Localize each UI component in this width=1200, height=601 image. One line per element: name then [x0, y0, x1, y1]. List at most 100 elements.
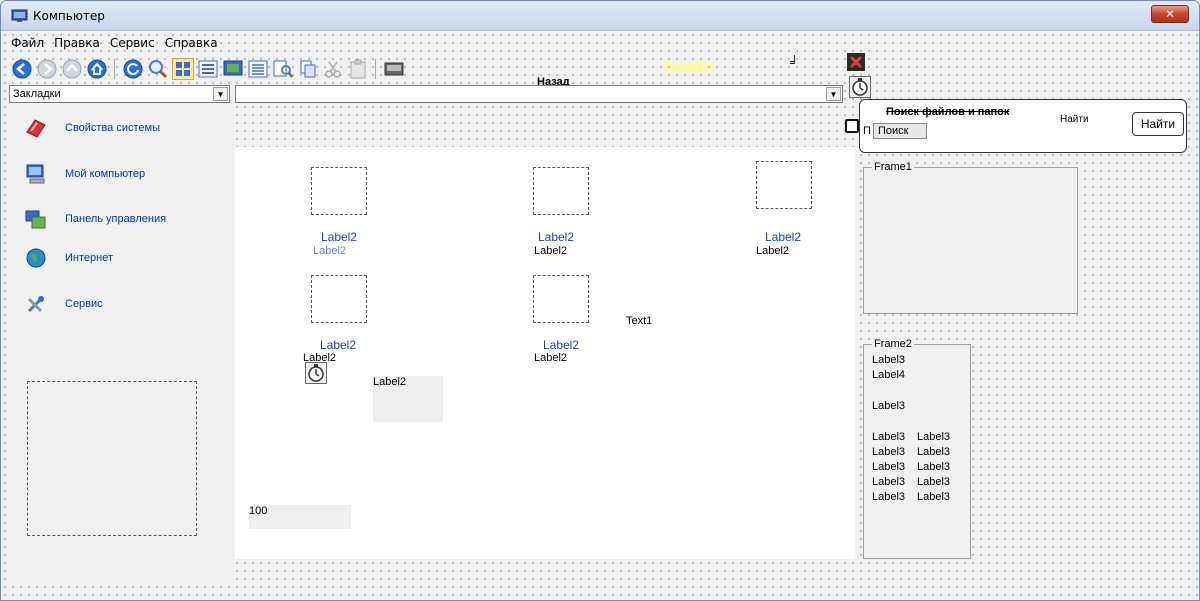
paste-icon[interactable] [347, 58, 369, 80]
frame2-grid-label: Label3 [917, 491, 951, 503]
find-button-label: Найти [1140, 117, 1176, 131]
value-box: 100 [249, 505, 351, 529]
resize-grip-icon: ╛ [790, 55, 799, 69]
internet-icon [25, 247, 47, 269]
sidebar-item-label: Мой компьютер [65, 168, 146, 180]
timer-icon [305, 362, 327, 384]
frame2-grid-label: Label3 [917, 446, 951, 458]
sidebar-item-internet[interactable]: Интернет [25, 246, 113, 270]
box-label: Label2 [373, 376, 407, 388]
label-blue: Label2 [542, 338, 580, 352]
chevron-down-icon[interactable]: ▼ [826, 87, 841, 101]
timer-icon [849, 76, 871, 98]
header-label: header [665, 58, 715, 75]
drive-icon[interactable] [383, 58, 405, 80]
window-title: Компьютер [33, 9, 105, 23]
close-button[interactable]: ✕ [1151, 5, 1189, 23]
frame2-grid-label: Label3 [917, 431, 951, 443]
label-small: Label2 [534, 245, 568, 257]
label-blue: Label2 [764, 230, 802, 244]
frame2-grid-label: Label3 [917, 461, 951, 473]
label-small: Label2 [534, 352, 568, 364]
image-placeholder [756, 161, 812, 209]
refresh-icon[interactable] [122, 58, 144, 80]
image-placeholder [533, 275, 589, 323]
frame2-grid-label: Label3 [872, 491, 906, 503]
image-placeholder [311, 275, 367, 323]
bookmarks-combo-value: Закладки [13, 88, 61, 100]
sidebar: Свойства системы Мой компьютер Панель уп… [11, 106, 230, 581]
search-panel-title: Поиск файлов и папок [886, 106, 1010, 118]
image-placeholder [27, 381, 197, 536]
control-panel-icon [25, 208, 47, 230]
form-designer: Файл Правка Сервис Справка header Назад … [1, 31, 1199, 600]
back-icon[interactable] [11, 58, 33, 80]
frame2-label: Label3 [872, 400, 906, 412]
menu-service[interactable]: Сервис [110, 36, 155, 52]
frame1-title: Frame1 [872, 161, 914, 173]
bookmarks-combo[interactable]: Закладки ▼ [9, 85, 230, 103]
panel-toggle-icon[interactable] [845, 119, 859, 133]
computer-icon [11, 9, 28, 23]
frame1: Frame1 [863, 161, 1078, 314]
find-small-label: Найти [1060, 114, 1089, 125]
close-image-icon[interactable] [847, 53, 865, 71]
forward-icon[interactable] [36, 58, 58, 80]
label-blue: Label2 [319, 338, 357, 352]
toolbar-separator [114, 59, 116, 79]
menu-bar: Файл Правка Сервис Справка [11, 36, 218, 52]
title-bar: Компьютер ✕ [1, 1, 1199, 31]
details-view-icon[interactable] [247, 58, 269, 80]
label-small: Label2 [756, 245, 790, 257]
chevron-down-icon[interactable]: ▼ [213, 87, 228, 101]
n-label: П [863, 125, 871, 137]
frame2-label: Label3 [872, 354, 906, 366]
sidebar-item-control-panel[interactable]: Панель управления [25, 207, 166, 231]
up-icon[interactable] [61, 58, 83, 80]
label-blue: Label2 [320, 230, 358, 244]
sidebar-item-label: Интернет [65, 252, 113, 264]
label-small: Label2 [313, 245, 347, 257]
frame2-grid-label: Label3 [872, 446, 906, 458]
content-area: Label2 Label2 Label2 Label2 Label2 Label… [235, 147, 855, 559]
sidebar-item-my-computer[interactable]: Мой компьютер [25, 162, 145, 186]
image-placeholder [533, 167, 589, 215]
thumbnails-view-icon[interactable] [222, 58, 244, 80]
toolbar [11, 55, 405, 83]
progress-value: 100 [249, 505, 268, 517]
search-button-label: Поиск [878, 125, 909, 137]
toolbar-separator [375, 59, 377, 79]
sidebar-item-label: Панель управления [65, 213, 167, 225]
menu-edit[interactable]: Правка [54, 36, 100, 52]
find-icon[interactable] [272, 58, 294, 80]
sidebar-item-tools[interactable]: Сервис [25, 292, 103, 316]
frame2: Frame2 Label3 Label4 Label3 Label3 Label… [863, 338, 971, 559]
frame2-grid-label: Label3 [872, 431, 906, 443]
main-window: Компьютер ✕ Файл Правка Сервис Справка h… [0, 0, 1200, 601]
menu-help[interactable]: Справка [165, 36, 218, 52]
sidebar-item-label: Свойства системы [65, 122, 161, 134]
frame2-grid-label: Label3 [917, 476, 951, 488]
label-blue: Label2 [537, 230, 575, 244]
copy-icon[interactable] [297, 58, 319, 80]
list-view-icon[interactable] [197, 58, 219, 80]
menu-file[interactable]: Файл [11, 36, 44, 52]
my-computer-icon [25, 163, 47, 185]
frame2-label: Label4 [872, 369, 906, 381]
frame2-grid-label: Label3 [872, 476, 906, 488]
sidebar-item-label: Сервис [65, 298, 103, 310]
search-icon[interactable] [147, 58, 169, 80]
address-combo[interactable]: ▼ [235, 85, 843, 103]
label-box: Label2 [373, 376, 443, 422]
image-placeholder [311, 167, 367, 215]
large-icons-view-icon[interactable] [172, 58, 194, 80]
system-properties-icon [25, 117, 47, 139]
sidebar-item-system-properties[interactable]: Свойства системы [25, 116, 160, 140]
find-button[interactable]: Найти [1132, 112, 1184, 136]
cut-icon[interactable] [322, 58, 344, 80]
frame2-grid-label: Label3 [872, 461, 906, 473]
home-icon[interactable] [86, 58, 108, 80]
frame2-title: Frame2 [872, 338, 914, 350]
text1-label: Text1 [626, 315, 653, 327]
search-button[interactable]: Поиск [873, 123, 927, 139]
